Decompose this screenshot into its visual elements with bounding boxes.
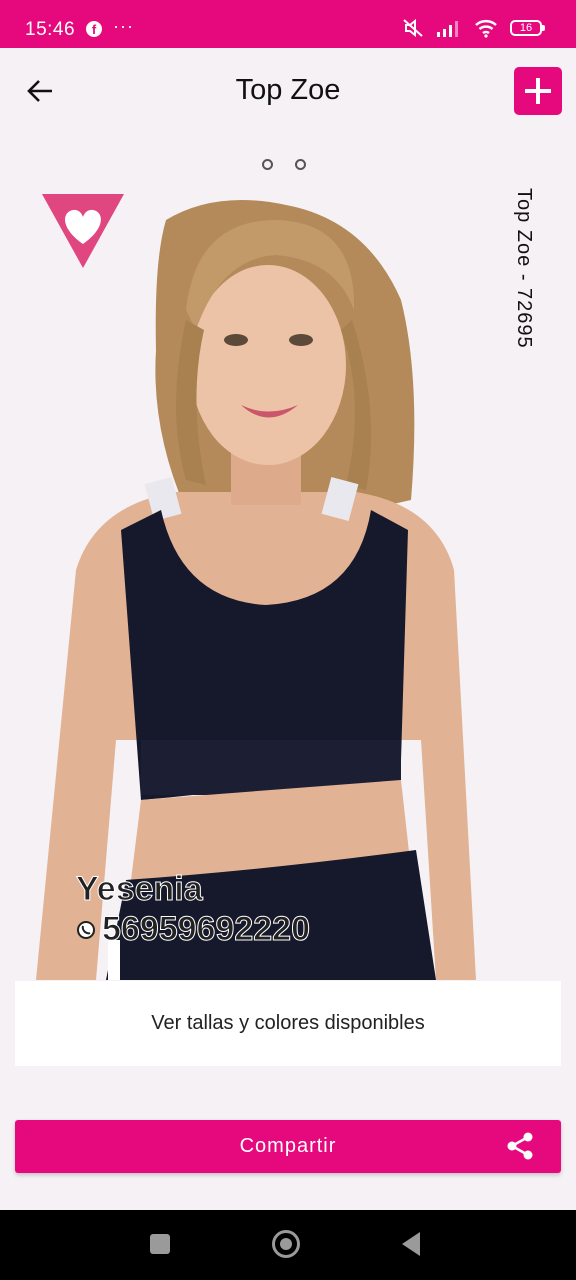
recent-apps-icon[interactable] — [150, 1234, 170, 1254]
plus-icon — [525, 78, 551, 104]
home-icon[interactable] — [272, 1230, 300, 1258]
view-sizes-colors-button[interactable]: Ver tallas y colores disponibles — [15, 981, 561, 1066]
share-label: Compartir — [239, 1135, 337, 1157]
pager-dot[interactable] — [262, 159, 273, 170]
product-photo[interactable] — [36, 180, 486, 980]
seller-phone: 56959692220 — [101, 910, 311, 949]
brand-heart-logo — [42, 194, 124, 268]
carousel-pager — [262, 159, 306, 170]
signal-icon — [437, 21, 458, 37]
product-code-label: Top Zoe - 72695 — [513, 188, 535, 349]
battery-icon: 16 — [510, 20, 545, 36]
view-sizes-colors-label: Ver tallas y colores disponibles — [151, 1012, 425, 1034]
page-title: Top Zoe — [235, 74, 341, 106]
system-back-icon[interactable] — [402, 1232, 420, 1256]
status-time: 15:46 — [25, 19, 76, 40]
share-button[interactable]: Compartir — [15, 1120, 561, 1173]
mute-icon — [403, 18, 423, 38]
seller-name: Yesenia — [76, 870, 204, 909]
add-button[interactable] — [514, 67, 562, 115]
facebook-icon: f — [86, 21, 102, 37]
app-bar: Top Zoe — [0, 48, 576, 132]
wifi-icon — [475, 20, 497, 38]
pager-dot[interactable] — [295, 159, 306, 170]
seller-contact: 56959692220 — [76, 910, 311, 949]
share-icon — [507, 1132, 533, 1160]
whatsapp-icon — [77, 920, 95, 939]
more-notifications-icon: ··· — [113, 16, 134, 36]
status-bar: 15:46 f ··· 16 — [0, 0, 576, 48]
system-nav-bar — [0, 1210, 576, 1280]
